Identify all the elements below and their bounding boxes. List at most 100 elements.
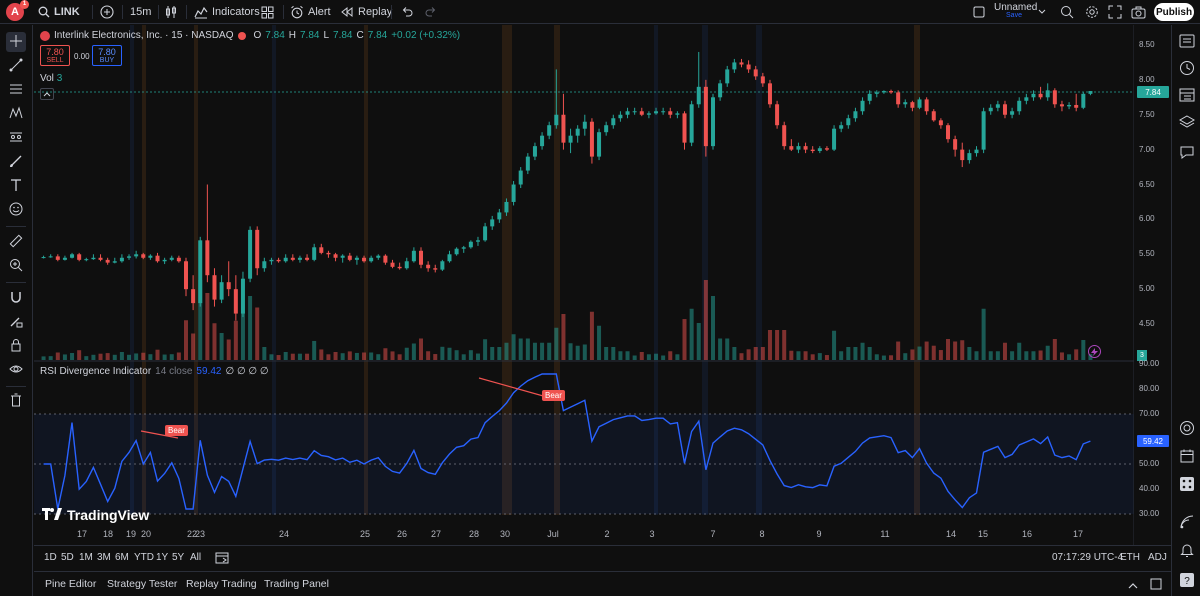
volume-bar — [832, 330, 837, 360]
data-window-icon — [1179, 87, 1195, 106]
compare-symbol-button[interactable] — [100, 0, 114, 24]
fullscreen-button[interactable] — [1108, 0, 1122, 24]
hide-drawings-tool[interactable] — [6, 360, 26, 380]
trend-line-tool[interactable] — [6, 56, 26, 76]
templates-button[interactable] — [261, 0, 274, 24]
remove-drawings-tool[interactable] — [6, 391, 26, 411]
buy-button[interactable]: 7.80 BUY — [92, 45, 122, 66]
instrument-name[interactable]: Interlink Electronics, Inc. · 15 · NASDA… — [54, 30, 234, 41]
watchlist-button[interactable] — [1176, 31, 1198, 53]
clock-timezone[interactable]: 07:17:29 UTC-4 — [1052, 552, 1123, 563]
range-1d[interactable]: 1D — [44, 552, 57, 563]
candle-body — [589, 121, 594, 157]
volume-bar — [889, 355, 894, 360]
range-3m[interactable]: 3M — [97, 552, 111, 563]
settings-button[interactable] — [1085, 0, 1099, 24]
brush-tool[interactable] — [6, 152, 26, 172]
indicators-button[interactable]: Indicators — [194, 0, 260, 24]
rsi-legend[interactable]: RSI Divergence Indicator 14 close 59.42 … — [40, 366, 269, 377]
chats-button[interactable] — [1176, 142, 1198, 164]
undo-button[interactable] — [401, 0, 413, 24]
expand-panel-button[interactable] — [1128, 580, 1138, 592]
screenshot-button[interactable] — [1131, 0, 1146, 24]
layout-name-button[interactable]: Unnamed Save — [994, 2, 1037, 19]
object-tree-button[interactable] — [1176, 85, 1198, 107]
adjust-toggle[interactable]: ADJ — [1148, 552, 1167, 563]
goto-date-button[interactable] — [215, 551, 229, 567]
replay-button[interactable]: Replay — [340, 0, 392, 24]
interval-button[interactable]: 15m — [130, 0, 151, 24]
alert-button[interactable]: Alert — [290, 0, 331, 24]
chart-canvas[interactable]: 17 18 19 20 2223 24 25 26 27 28 30 Jul 2 3 7 8 9 11 14 15 16… — [34, 25, 1134, 545]
layout-menu-button[interactable] — [1038, 0, 1046, 24]
candle-body — [91, 257, 96, 260]
range-6m[interactable]: 6M — [115, 552, 129, 563]
layers-button[interactable] — [1176, 112, 1198, 134]
time-axis-label: 15 — [978, 529, 988, 539]
range-5y[interactable]: 5Y — [172, 552, 184, 563]
range-ytd[interactable]: YTD — [134, 552, 154, 563]
layout-save-status: Save — [1006, 12, 1022, 19]
measure-tool[interactable] — [6, 232, 26, 252]
volume-bar — [639, 352, 644, 360]
streams-button[interactable] — [1176, 512, 1198, 534]
events-flash-icon[interactable] — [1088, 345, 1101, 358]
publish-button[interactable]: Publish — [1154, 3, 1194, 21]
candle-body — [226, 282, 231, 290]
emoji-tool[interactable] — [6, 200, 26, 220]
tab-pine-editor[interactable]: Pine Editor — [45, 578, 96, 590]
pattern-tool[interactable] — [6, 104, 26, 124]
candle-body — [105, 259, 110, 263]
maximize-panel-button[interactable] — [1150, 578, 1162, 593]
redo-button[interactable] — [425, 0, 437, 24]
chart-area[interactable]: 17 18 19 20 22 23 24 25 26 27 28 30 Jul 2 3 7 8 9 11 14 15 16… — [34, 25, 1134, 545]
tab-replay-trading[interactable]: Replay Trading — [186, 578, 257, 590]
tab-strategy-tester[interactable]: Strategy Tester — [107, 578, 177, 590]
text-tool[interactable] — [6, 176, 26, 196]
candle-body — [824, 148, 829, 150]
price-axis[interactable]: 8.50 8.00 7.50 7.00 6.50 6.00 5.50 5.00 4.50 7.8… — [1134, 25, 1171, 545]
spread-value: 0.00 — [74, 52, 90, 61]
symbol-search[interactable]: LINK — [38, 0, 80, 24]
candle-body — [946, 125, 951, 140]
prediction-tool[interactable] — [6, 128, 26, 148]
ideas-button[interactable] — [1176, 418, 1198, 440]
help-button[interactable]: ? — [1176, 570, 1198, 592]
grid-panel-button[interactable] — [1176, 474, 1198, 496]
tab-trading-panel[interactable]: Trading Panel — [264, 578, 329, 590]
candle-body — [183, 261, 188, 290]
candle-body — [725, 69, 730, 84]
range-all[interactable]: All — [190, 552, 201, 563]
range-1y[interactable]: 1Y — [156, 552, 168, 563]
layout-checkbox[interactable] — [973, 0, 985, 24]
range-1m[interactable]: 1M — [79, 552, 93, 563]
session-toggle[interactable]: ETH — [1120, 552, 1140, 563]
crosshair-tool[interactable] — [6, 32, 26, 52]
replay-label: Replay — [358, 6, 393, 18]
stay-in-drawing-tool[interactable] — [6, 312, 26, 332]
layers-icon — [1178, 114, 1196, 133]
candle-body — [191, 289, 196, 304]
collapse-legend-button[interactable] — [40, 88, 54, 100]
lock-drawings-tool[interactable] — [6, 336, 26, 356]
rsi-title: RSI Divergence Indicator — [40, 366, 152, 377]
bear-label-1: Bear — [165, 425, 188, 436]
sell-button[interactable]: 7.80 SELL — [40, 45, 70, 66]
fib-tool[interactable] — [6, 80, 26, 100]
range-5d[interactable]: 5D — [61, 552, 74, 563]
chart-type-button[interactable] — [164, 0, 178, 24]
volume-bar — [767, 330, 772, 360]
volume-bar — [746, 349, 751, 360]
candle-body — [411, 250, 416, 262]
volume-bar — [839, 351, 844, 360]
calendar-button[interactable] — [1176, 446, 1198, 468]
quick-search-button[interactable] — [1060, 0, 1074, 24]
tradingview-watermark[interactable]: TradingView — [42, 507, 149, 523]
alerts-panel-button[interactable] — [1176, 58, 1198, 80]
volume-bar — [1024, 351, 1029, 360]
user-avatar[interactable]: A 1 — [6, 0, 29, 24]
zoom-tool[interactable] — [6, 256, 26, 276]
svg-text:?: ? — [1184, 576, 1190, 587]
magnet-tool[interactable] — [6, 288, 26, 308]
notifications-button[interactable] — [1176, 540, 1198, 562]
